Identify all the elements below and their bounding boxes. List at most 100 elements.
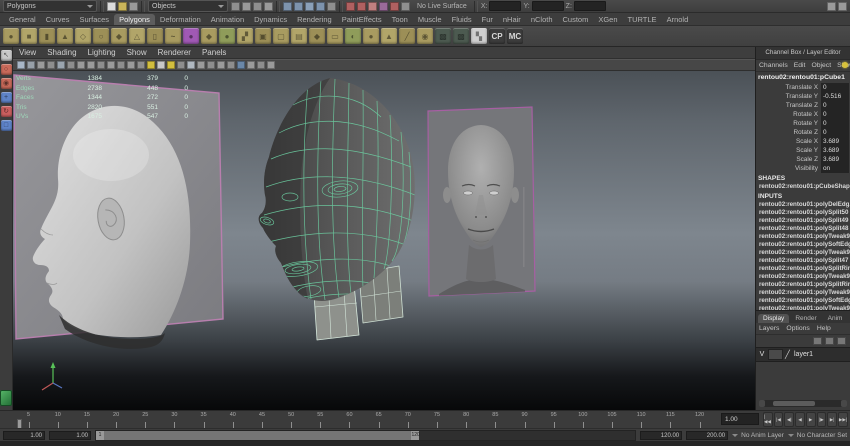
input-node[interactable]: rentou02:rentou01:polySplit48 [756,225,850,233]
menu-set-dropdown[interactable]: Polygons [3,0,97,12]
history-icon[interactable] [346,2,355,11]
current-frame-field[interactable]: 1.00 [721,413,759,425]
tool-icon[interactable]: ◉ [1,78,12,89]
input-node[interactable]: rentou02:rentou01:polySplit49 [756,217,850,225]
attribute-value-field[interactable]: on [821,164,849,173]
shelf-icon[interactable]: ◇ [75,28,91,44]
viewport-tool-icon[interactable] [37,61,45,69]
history-icon[interactable] [401,2,410,11]
shelf-icon[interactable]: ▮ [39,28,55,44]
command-line[interactable] [0,441,850,446]
layer-editor-tab[interactable]: Anim [823,314,848,323]
snap-icon[interactable] [327,2,336,11]
input-node[interactable]: rentou02:rentou01:polyTweak93 [756,273,850,281]
shelf-tab[interactable]: Muscle [413,14,447,25]
shelf-tab[interactable]: Curves [41,14,75,25]
history-icon[interactable] [390,2,399,11]
manipulator-display-icon[interactable] [842,62,848,68]
shelf-tab[interactable]: Arnold [662,14,694,25]
viewport-tool-icon[interactable] [217,61,225,69]
shelf-icon[interactable]: △ [129,28,145,44]
snap-icon[interactable] [316,2,325,11]
scroll-left-button[interactable] [759,400,765,407]
shelf-icon[interactable]: ▩ [435,28,451,44]
shelf-tab[interactable]: nHair [498,14,526,25]
shelf-tab[interactable]: Dynamics [249,14,292,25]
viewport-menu-item[interactable]: Panels [202,48,226,57]
coord-input[interactable] [489,1,521,11]
attribute-name[interactable]: Translate Z [756,101,821,110]
shelf-icon[interactable]: ◆ [111,28,127,44]
range-start-handle[interactable]: 1 [96,431,104,440]
animation-start-field[interactable]: 1.00 [3,431,45,440]
attribute-name[interactable]: Scale X [756,137,821,146]
tool-icon[interactable]: □ [1,120,12,131]
shelf-tab[interactable]: nCloth [526,14,558,25]
shelf-icon[interactable]: ● [219,28,235,44]
shelf-icon[interactable]: ▣ [255,28,271,44]
viewport-tool-icon[interactable] [117,61,125,69]
layer-editor-tab[interactable]: Render [790,314,821,323]
character-set-dropdown[interactable]: No Character Set [788,432,847,439]
playback-start-field[interactable]: 1.00 [49,431,91,440]
selection-mask-icon[interactable] [242,2,251,11]
shelf-tab[interactable]: Rendering [292,14,337,25]
attribute-value-field[interactable]: 0 [821,119,849,128]
selection-mode-dropdown[interactable]: Objects [148,0,228,12]
viewport-tool-icon[interactable] [127,61,135,69]
playback-button[interactable]: ▶ [806,412,816,427]
input-node[interactable]: rentou02:rentou01:polySoftEdg... [756,297,850,305]
viewport-tool-icon[interactable] [237,61,245,69]
shelf-tab[interactable]: Toon [387,14,413,25]
animation-end-field[interactable]: 200.00 [686,431,728,440]
selected-object-name[interactable]: rentou02:rentou01:pCube1 [756,72,850,83]
viewport-menu-item[interactable]: View [19,48,36,57]
panel-toggle-icon[interactable] [838,2,847,11]
viewport-menu-item[interactable]: Show [127,48,147,57]
viewport-menu-item[interactable]: Shading [47,48,76,57]
viewport-tool-icon[interactable] [177,61,185,69]
file-icon[interactable] [118,2,127,11]
file-icon[interactable] [129,2,138,11]
shelf-icon[interactable]: ▤ [291,28,307,44]
attribute-name[interactable]: Translate Y [756,92,821,101]
shelf-icon[interactable]: ● [3,28,19,44]
range-slider[interactable]: 1 120 [95,430,636,441]
shelf-tab[interactable]: Deformation [155,14,206,25]
viewport-tool-icon[interactable] [27,61,35,69]
range-end-handle[interactable]: 120 [411,431,419,440]
layer-name[interactable]: layer1 [794,351,813,358]
shelf-icon[interactable]: ▭ [327,28,343,44]
attribute-value-field[interactable]: 0 [821,83,849,92]
shelf-icon[interactable]: ◆ [201,28,217,44]
layer-editor-menu-item[interactable]: Layers [759,325,779,332]
viewport-tool-icon[interactable] [167,61,175,69]
viewport-tool-icon[interactable] [57,61,65,69]
reference-image-plane-front[interactable] [428,107,535,296]
layer-editor-tab[interactable]: Display [758,314,789,323]
shelf-tab[interactable]: Custom [558,14,594,25]
viewport-tool-icon[interactable] [147,61,155,69]
input-node[interactable]: rentou02:rentou01:polySplit50 [756,209,850,217]
coord-input[interactable] [532,1,564,11]
shelf-icon[interactable]: ◆ [309,28,325,44]
viewport-tool-icon[interactable] [77,61,85,69]
input-node[interactable]: rentou02:rentou01:polyDelEdg... [756,201,850,209]
edit-menu[interactable]: Edit [794,62,806,69]
shelf-tab[interactable]: Surfaces [74,14,114,25]
scroll-right-button[interactable] [841,400,847,407]
attribute-name[interactable]: Rotate Z [756,128,821,137]
selection-mask-icon[interactable] [264,2,273,11]
channels-menu[interactable]: Channels [759,62,788,69]
playback-button[interactable]: ◀ [795,412,805,427]
attribute-value-field[interactable]: 3.689 [821,155,849,164]
shelf-icon[interactable]: ◐ [345,28,361,44]
shelf-tab[interactable]: PaintEffects [337,14,387,25]
viewport-tool-icon[interactable] [87,61,95,69]
input-node[interactable]: rentou02:rentou01:polyTweak94 [756,249,850,257]
shelf-icon[interactable]: ▯ [147,28,163,44]
layer-color-swatch[interactable] [768,349,783,360]
time-slider[interactable]: 5 10 15 20 25 [0,410,850,428]
shelf-icon[interactable]: ■ [21,28,37,44]
attribute-name[interactable]: Scale Y [756,146,821,155]
